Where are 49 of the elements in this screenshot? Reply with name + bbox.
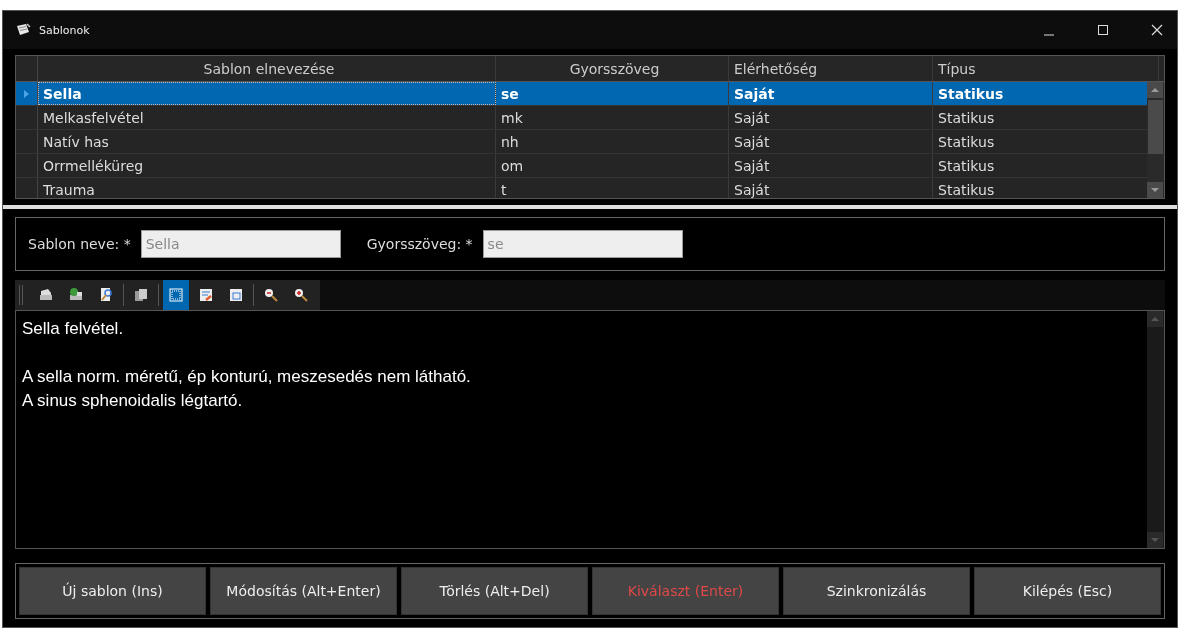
table-cell: t [496, 178, 729, 198]
copy-icon[interactable] [133, 287, 149, 303]
table-cell: Orrmelléküreg [38, 154, 496, 177]
action-button[interactable]: Kilépés (Esc) [974, 567, 1161, 615]
text-line: A sella norm. méretű, ép konturú, meszesedés nem látható. [22, 366, 472, 388]
table-cell: Saját [729, 178, 933, 198]
table-cell: Saját [729, 130, 933, 153]
window-title: Sablonok [39, 23, 90, 37]
page-frame-icon[interactable] [168, 287, 184, 303]
action-button[interactable]: Szinkronizálás [783, 567, 970, 615]
column-header[interactable]: Gyorsszöveg [496, 56, 729, 81]
close-icon[interactable] [1151, 24, 1163, 36]
zoom-out-icon[interactable] [263, 287, 279, 303]
column-header[interactable]: Sablon elnevezése [38, 56, 496, 81]
page-search-icon[interactable] [98, 287, 114, 303]
column-header[interactable]: Elérhetőség [729, 56, 933, 81]
scrollbar[interactable] [1147, 82, 1164, 198]
table-cell: se [496, 82, 729, 105]
scroll-thumb[interactable] [1148, 100, 1163, 154]
page-edit-icon[interactable] [198, 287, 214, 303]
table-cell: om [496, 154, 729, 177]
table-cell: Trauma [38, 178, 496, 198]
table-cell: Saját [729, 154, 933, 177]
printer-icon[interactable] [38, 287, 54, 303]
table-cell: Melkasfelvétel [38, 106, 496, 129]
action-button[interactable]: Új sablon (Ins) [19, 567, 206, 615]
notepad-icon [15, 23, 31, 37]
table-row[interactable]: Sella se Saját Statikus [16, 82, 1147, 106]
page-copy-icon[interactable] [228, 287, 244, 303]
row-pointer-icon [24, 89, 29, 98]
field-label: Gyorsszöveg: * [366, 236, 473, 252]
action-button[interactable]: Törlés (Alt+Del) [401, 567, 588, 615]
scroll-down-icon[interactable] [1147, 182, 1163, 198]
table-cell: Saját [729, 106, 933, 129]
table-cell: Natív has [38, 130, 496, 153]
text-editor[interactable]: Sella felvétel. A sella norm. méretű, ép konturú, meszesedés nem látható. A sinus sphenoidalis légtartó. [15, 310, 1165, 549]
maximize-icon[interactable] [1097, 24, 1109, 36]
scroll-up-icon[interactable] [1147, 82, 1163, 98]
action-button[interactable]: Módosítás (Alt+Enter) [210, 567, 397, 615]
column-header[interactable]: Típus [933, 56, 1159, 81]
field-label: Sablon neve: * [28, 236, 131, 252]
table-cell: nh [496, 130, 729, 153]
text-line: Sella felvétel. [22, 318, 125, 340]
printer-icon[interactable] [68, 287, 84, 303]
text-line: A sinus sphenoidalis légtartó. [22, 390, 244, 412]
zoom-in-icon[interactable] [293, 287, 309, 303]
table-cell: mk [496, 106, 729, 129]
table-cell: Saját [729, 82, 933, 105]
table-cell: Sella [38, 82, 496, 105]
